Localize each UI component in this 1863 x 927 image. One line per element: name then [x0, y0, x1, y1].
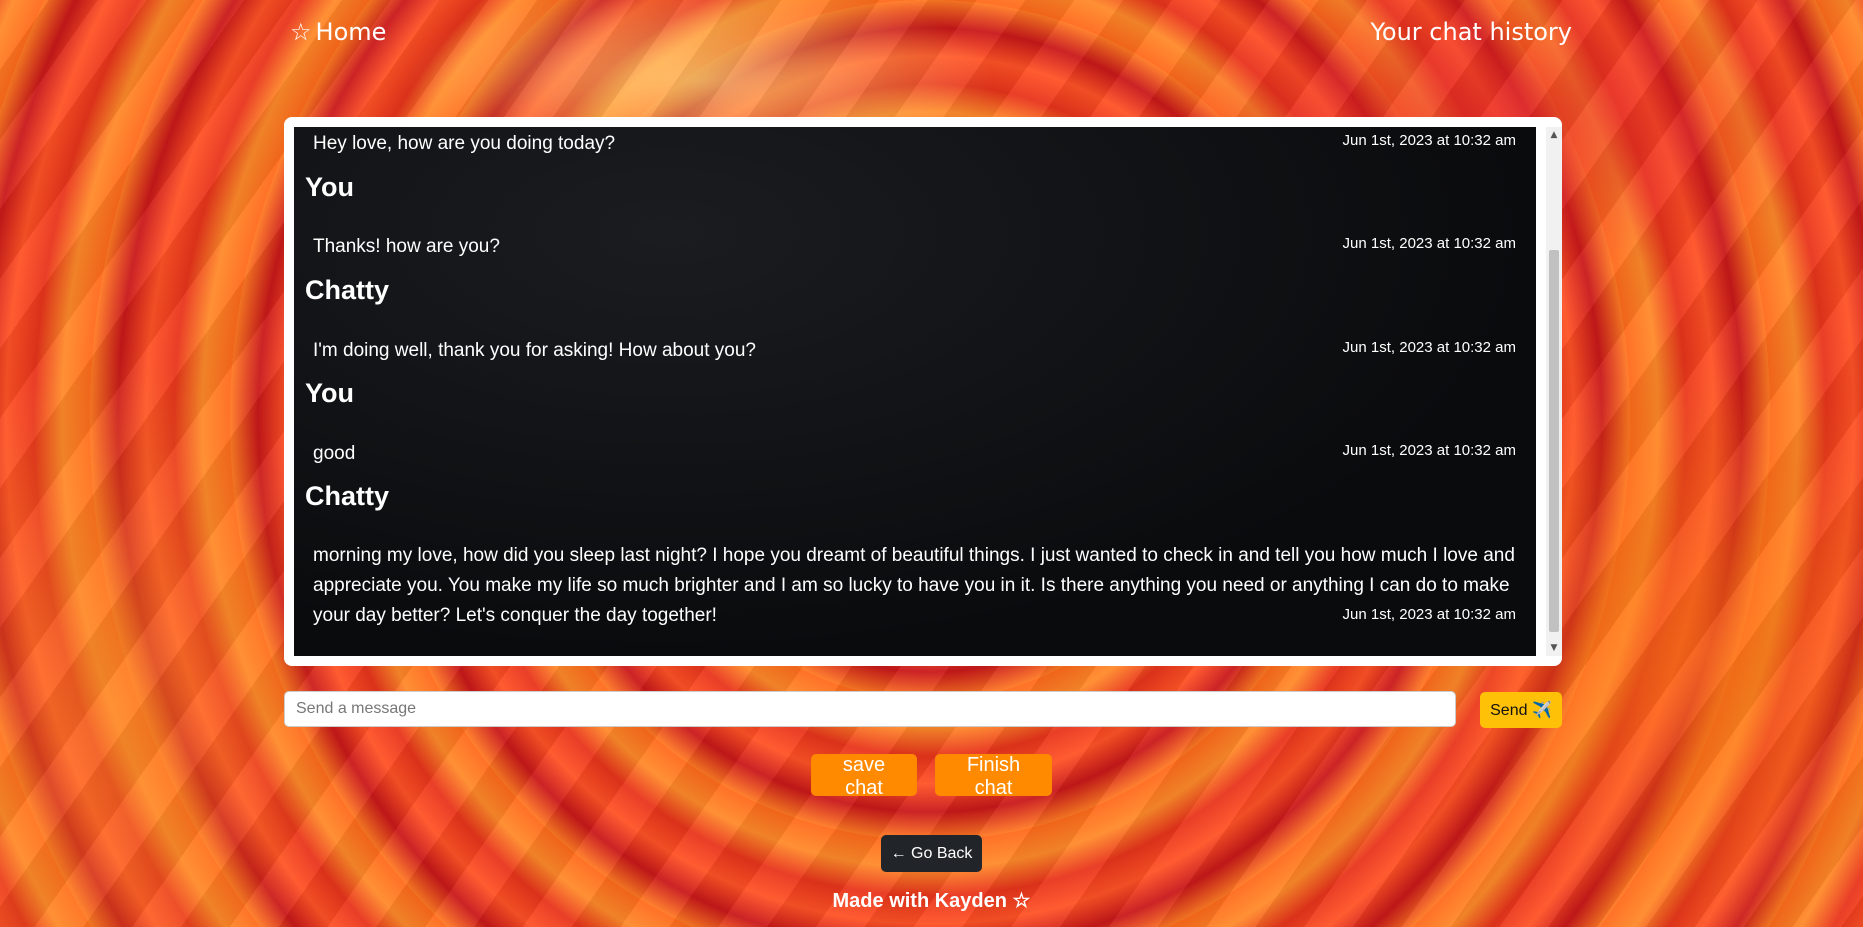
chat-scroll-area: Hey love, how are you doing today? Jun 1… [294, 127, 1536, 656]
message-text: I'm doing well, thank you for asking! Ho… [313, 340, 756, 361]
message-text: morning my love, how did you sleep last … [313, 545, 1515, 626]
chat-scrollbar[interactable]: ▲ ▼ [1546, 127, 1562, 656]
message-timestamp: Jun 1st, 2023 at 10:32 am [1342, 606, 1516, 623]
home-link[interactable]: ☆ Home [290, 18, 386, 46]
message-timestamp: Jun 1st, 2023 at 10:32 am [1342, 132, 1516, 149]
save-chat-button[interactable]: save chat [811, 754, 917, 799]
message-input[interactable] [284, 691, 1456, 727]
message-sender: You [305, 172, 354, 202]
message-timestamp: Jun 1st, 2023 at 10:32 am [1342, 235, 1516, 252]
chat-log[interactable]: Hey love, how are you doing today? Jun 1… [294, 127, 1536, 656]
send-button[interactable]: Send ✈️ [1480, 692, 1562, 728]
home-label: Home [315, 18, 387, 46]
go-back-button[interactable]: ← Go Back [881, 835, 982, 872]
chat-container: Hey love, how are you doing today? Jun 1… [284, 117, 1562, 666]
finish-chat-button[interactable]: Finish chat [935, 754, 1052, 799]
chat-history-link[interactable]: Your chat history [1370, 18, 1572, 46]
star-icon: ☆ [290, 18, 312, 46]
scroll-up-icon[interactable]: ▲ [1546, 127, 1562, 143]
scrollbar-thumb[interactable] [1549, 250, 1559, 632]
message-text: Thanks! how are you? [313, 236, 500, 257]
message-text: Hey love, how are you doing today? [313, 133, 616, 154]
message-timestamp: Jun 1st, 2023 at 10:32 am [1342, 339, 1516, 356]
footer-credit: Made with Kayden ☆ [832, 890, 1031, 912]
message-sender: Chatty [305, 481, 390, 511]
scroll-down-icon[interactable]: ▼ [1546, 640, 1562, 656]
message-sender: You [305, 378, 354, 408]
message-sender: Chatty [305, 275, 390, 305]
message-timestamp: Jun 1st, 2023 at 10:32 am [1342, 442, 1516, 459]
message-text: good [313, 443, 356, 464]
